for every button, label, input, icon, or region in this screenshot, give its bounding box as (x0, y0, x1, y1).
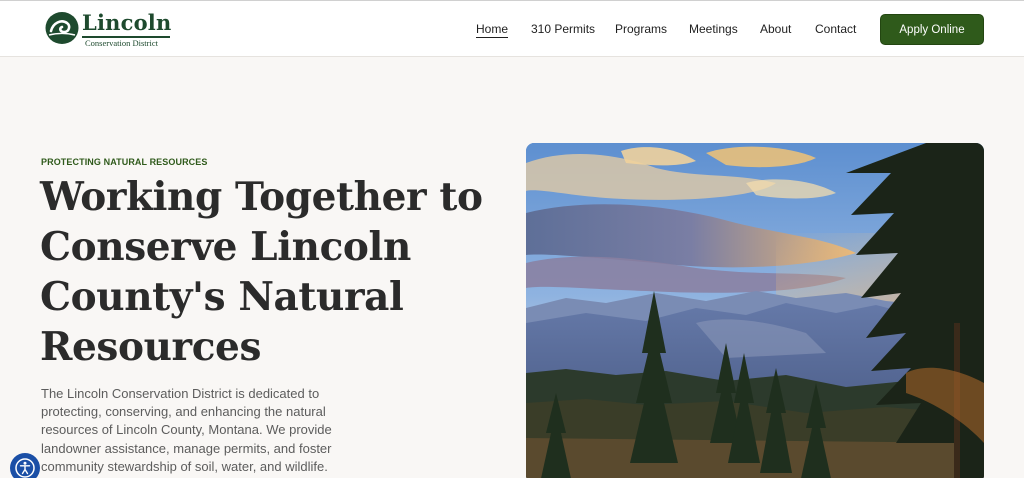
nav-about[interactable]: About (760, 21, 791, 37)
nav-contact[interactable]: Contact (815, 21, 856, 37)
hero-title: Working Together to Conserve Lincoln Cou… (40, 174, 483, 370)
landscape-illustration (526, 143, 984, 478)
apply-online-button[interactable]: Apply Online (880, 14, 984, 45)
logo-subtitle: Conservation District (85, 38, 158, 48)
accessibility-icon (15, 458, 35, 478)
nav-programs[interactable]: Programs (615, 21, 667, 37)
logo-mark-icon (45, 12, 79, 44)
hero-eyebrow: PROTECTING NATURAL RESOURCES (41, 157, 208, 167)
accessibility-button[interactable] (10, 453, 40, 478)
nav-home[interactable]: Home (476, 21, 509, 38)
nav-310-permits[interactable]: 310 Permits (531, 21, 595, 37)
site-header: Lincoln Conservation District Home 310 P… (0, 1, 1024, 57)
hero-landscape-image (526, 143, 984, 478)
nav-meetings[interactable]: Meetings (689, 21, 738, 37)
hero-description: The Lincoln Conservation District is ded… (41, 386, 332, 474)
logo-name: Lincoln (82, 10, 172, 35)
site-logo[interactable]: Lincoln Conservation District (45, 10, 175, 50)
